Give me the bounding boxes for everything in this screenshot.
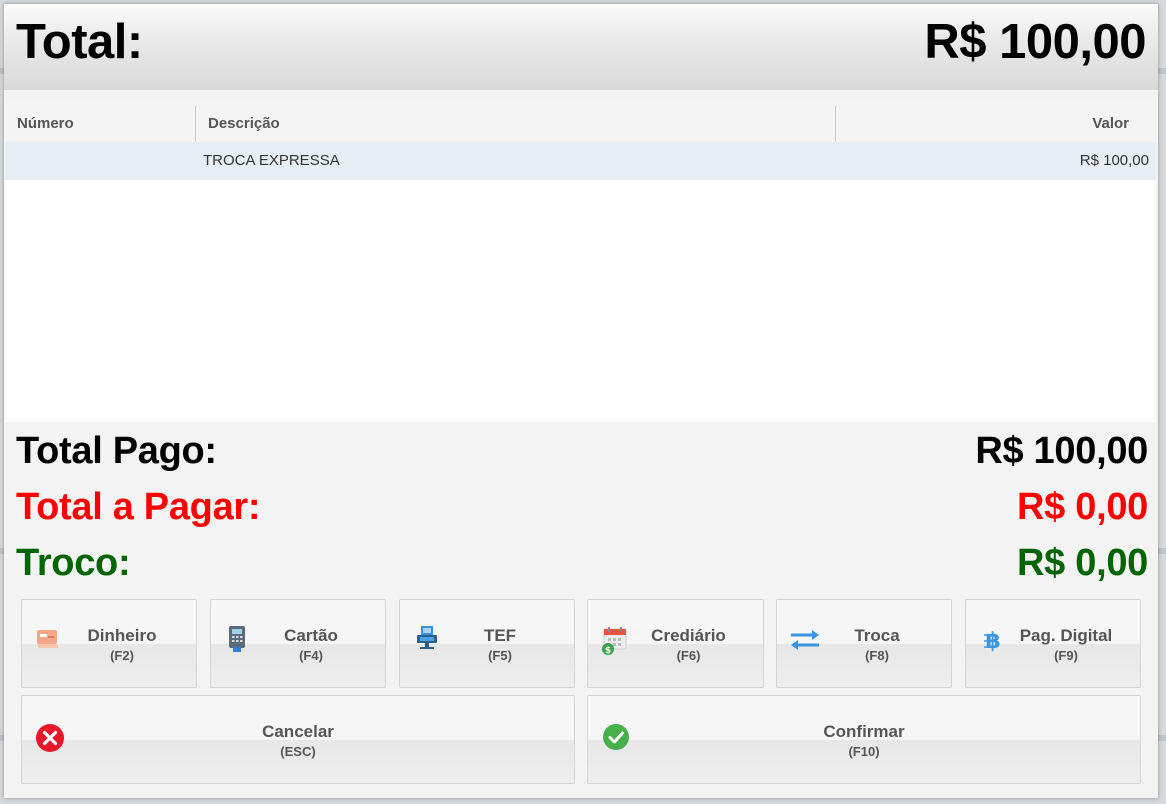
cancel-label: Cancelar [262,722,334,741]
column-header-numero[interactable]: Número [17,102,74,142]
pag-digital-label: Pag. Digital [1019,626,1113,645]
column-divider [195,106,196,142]
troca-button[interactable]: Troca (F8) [776,599,952,688]
crediario-button[interactable]: $ Crediário (F6) [587,599,764,688]
dinheiro-label: Dinheiro [87,626,157,645]
table-row[interactable]: TROCA EXPRESSA R$ 100,00 [5,142,1156,180]
crediario-shortcut: (F6) [676,648,701,663]
troco-value: R$ 0,00 [1017,542,1148,584]
troca-label: Troca [854,626,900,645]
troca-shortcut: (F8) [865,648,889,663]
total-header: Total: R$ 100,00 [4,4,1158,90]
total-value: R$ 100,00 [924,15,1146,69]
pag-digital-shortcut: (F9) [1054,648,1078,663]
confirm-button[interactable]: Confirmar (F10) [587,695,1141,784]
crediario-label: Crediário [651,626,726,645]
total-a-pagar-value: R$ 0,00 [1017,486,1148,528]
confirm-shortcut: (F10) [848,744,880,759]
column-header-descricao[interactable]: Descrição [208,102,280,142]
total-label: Total: [16,15,143,69]
cancel-button[interactable]: Cancelar (ESC) [21,695,575,784]
grid-header: Número Descrição Valor [5,102,1156,142]
total-pago-label: Total Pago: [16,430,217,472]
total-a-pagar-label: Total a Pagar: [16,486,261,528]
svg-text:$: $ [605,646,611,656]
cell-descricao: TROCA EXPRESSA [203,152,340,169]
cancel-shortcut: (ESC) [280,744,316,759]
cell-valor: R$ 100,00 [1079,152,1149,169]
column-header-valor[interactable]: Valor [1092,102,1129,142]
pag-digital-button[interactable]: ฿ Pag. Digital (F9) [965,599,1141,688]
cartao-shortcut: (F4) [299,648,323,663]
troco-label: Troco: [16,542,131,584]
dinheiro-shortcut: (F2) [110,648,134,663]
tef-button[interactable]: TEF (F5) [399,599,575,688]
total-pago-value: R$ 100,00 [975,430,1148,472]
dinheiro-button[interactable]: Dinheiro (F2) [21,599,197,688]
payments-grid: Número Descrição Valor TROCA EXPRESSA R$… [5,102,1156,422]
tef-shortcut: (F5) [488,648,512,663]
column-divider [835,106,836,142]
cartao-button[interactable]: Cartão (F4) [210,599,386,688]
tef-label: TEF [483,626,517,645]
confirm-label: Confirmar [823,722,905,741]
payment-dialog: Total: R$ 100,00 Número Descrição Valor … [4,4,1158,798]
cartao-label: Cartão [284,626,338,645]
